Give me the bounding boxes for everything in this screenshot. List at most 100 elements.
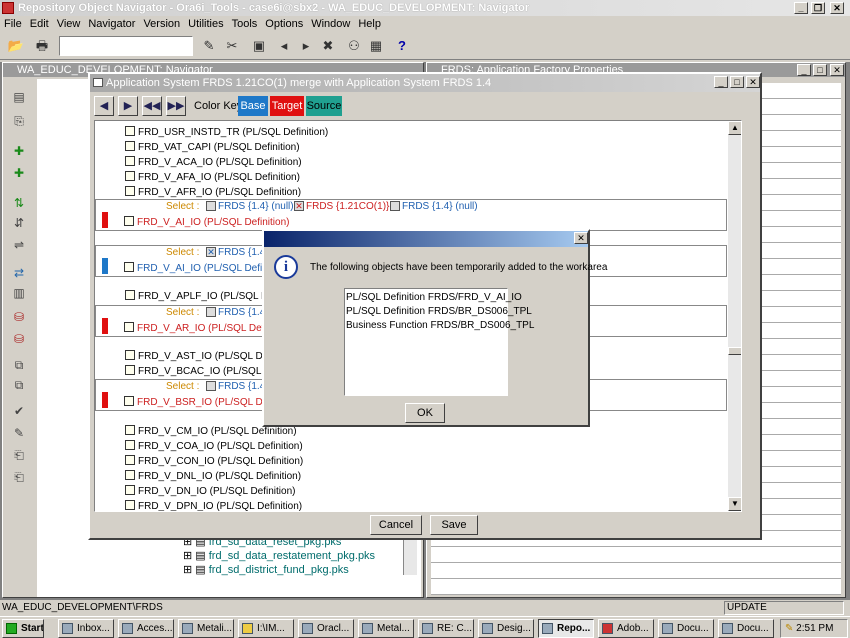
task-button[interactable]: Docu... bbox=[658, 619, 714, 638]
select-base-option[interactable]: FRDS {1.4} (null) bbox=[204, 201, 294, 212]
list-item[interactable]: FRD_V_AI_IO (PL/SQL Definitio bbox=[124, 261, 281, 276]
open-folder-icon[interactable]: 📂 bbox=[6, 36, 26, 56]
task-button[interactable]: RE: C... bbox=[418, 619, 474, 638]
task-button[interactable]: Metal... bbox=[358, 619, 414, 638]
menu-edit[interactable]: Edit bbox=[26, 16, 53, 32]
list-item[interactable]: PL/SQL Definition FRDS/BR_DS006_TPL bbox=[346, 305, 532, 319]
prev-icon[interactable]: ◀ bbox=[94, 96, 114, 116]
task-button[interactable]: Acces... bbox=[118, 619, 174, 638]
menu-help[interactable]: Help bbox=[354, 16, 385, 32]
maximize-icon[interactable]: □ bbox=[730, 76, 744, 88]
tool-icon[interactable]: ⛁ bbox=[9, 307, 29, 327]
properties-icon[interactable]: ▣ bbox=[249, 36, 269, 56]
list-item[interactable]: FRD_VAT_CAPI (PL/SQL Definition) bbox=[125, 140, 300, 155]
menu-tools[interactable]: Tools bbox=[228, 16, 262, 32]
select-base-option[interactable]: FRDS {1.4} bbox=[204, 381, 269, 392]
list-item[interactable]: FRD_V_AFR_IO (PL/SQL Definition) bbox=[125, 185, 301, 200]
task-button[interactable]: I:\IM... bbox=[238, 619, 294, 638]
list-item[interactable]: FRD_V_DNL_IO (PL/SQL Definition) bbox=[125, 469, 301, 484]
tool-icon[interactable]: ✂ bbox=[222, 36, 242, 56]
save-icon[interactable]: ▤ bbox=[9, 87, 29, 107]
list-item[interactable]: FRD_USR_INSTD_TR (PL/SQL Definition) bbox=[125, 125, 328, 140]
tool-icon[interactable]: ⧉ bbox=[9, 355, 29, 375]
list-item[interactable]: FRD_V_APLF_IO (PL/SQL Defin bbox=[125, 289, 284, 304]
minimize-icon[interactable]: _ bbox=[714, 76, 728, 88]
select-target-option[interactable]: ✕ FRDS {1.21CO(1)} bbox=[292, 201, 389, 212]
list-item[interactable]: FRD_V_ACA_IO (PL/SQL Definition) bbox=[125, 155, 302, 170]
menu-file[interactable]: File bbox=[0, 16, 26, 32]
last-icon[interactable]: ▶▶ bbox=[166, 96, 186, 116]
tool-icon[interactable]: ⛁ bbox=[9, 329, 29, 349]
list-item[interactable]: FRD_V_CON_IO (PL/SQL Definition) bbox=[125, 454, 303, 469]
menu-version[interactable]: Version bbox=[139, 16, 184, 32]
next-icon[interactable]: ▶ bbox=[118, 96, 138, 116]
menu-view[interactable]: View bbox=[53, 16, 85, 32]
tool-icon[interactable]: ✎ bbox=[199, 36, 219, 56]
tree-item[interactable]: ⊞ ▤ frd_sd_data_restatement_pkg.pks bbox=[183, 549, 413, 563]
list-item[interactable]: FRD_V_DN_IO (PL/SQL Definition) bbox=[125, 484, 295, 499]
scroll-up-icon[interactable]: ▲ bbox=[728, 121, 741, 135]
task-button[interactable]: Oracl... bbox=[298, 619, 354, 638]
tool-icon[interactable]: ✎ bbox=[9, 423, 29, 443]
select-base-option[interactable]: FRDS {1.4} bbox=[204, 307, 269, 318]
tool-icon[interactable]: ▥ bbox=[9, 283, 29, 303]
create-icon[interactable]: ✚ bbox=[9, 141, 29, 161]
list-item[interactable]: FRD_V_AI_IO (PL/SQL Definition) bbox=[124, 215, 289, 230]
scroll-thumb[interactable] bbox=[728, 347, 741, 355]
scroll-down-icon[interactable]: ▼ bbox=[728, 497, 741, 511]
tool-icon[interactable]: ⇄ bbox=[9, 263, 29, 283]
print-icon[interactable]: 🖶 bbox=[32, 36, 52, 56]
save-button[interactable]: Save bbox=[430, 515, 478, 535]
close-icon[interactable]: ✕ bbox=[830, 2, 844, 14]
task-button[interactable]: Inbox... bbox=[58, 619, 114, 638]
tool-icon[interactable]: ⎗ bbox=[9, 467, 29, 487]
tree-icon[interactable]: ⚇ bbox=[344, 36, 364, 56]
tool-icon[interactable]: ✖ bbox=[318, 36, 338, 56]
close-icon[interactable]: ✕ bbox=[830, 64, 844, 76]
list-item[interactable]: Business Function FRDS/BR_DS006_TPL bbox=[346, 319, 534, 333]
task-button-active[interactable]: Repo... bbox=[538, 619, 594, 638]
close-icon[interactable]: ✕ bbox=[574, 232, 588, 244]
select-source-option[interactable]: FRDS {1.4} (null) bbox=[388, 201, 478, 212]
list-item[interactable]: FRD_V_COA_IO (PL/SQL Definition) bbox=[125, 439, 303, 454]
tool-icon[interactable]: ⎗ bbox=[9, 445, 29, 465]
first-icon[interactable]: ◀◀ bbox=[142, 96, 162, 116]
menu-utilities[interactable]: Utilities bbox=[184, 16, 227, 32]
tool-icon[interactable]: ⧉ bbox=[9, 375, 29, 395]
tray-icon[interactable]: ✎ bbox=[785, 623, 793, 634]
tool-icon[interactable]: ⇅ bbox=[9, 193, 29, 213]
search-input[interactable] bbox=[59, 36, 193, 56]
restore-icon[interactable]: □ bbox=[813, 64, 827, 76]
task-button[interactable]: Desig... bbox=[478, 619, 534, 638]
minimize-icon[interactable]: _ bbox=[794, 2, 808, 14]
minimize-icon[interactable]: _ bbox=[797, 64, 811, 76]
cancel-button[interactable]: Cancel bbox=[370, 515, 422, 535]
start-button[interactable]: Start bbox=[2, 619, 44, 638]
list-item[interactable]: PL/SQL Definition FRDS/FRD_V_AI_IO bbox=[346, 291, 522, 305]
grid-icon[interactable]: ▦ bbox=[366, 36, 386, 56]
tree-item[interactable]: ⊞ ▤ frd_sd_district_fund_pkg.pks bbox=[183, 563, 413, 577]
task-button[interactable]: Adob... bbox=[598, 619, 654, 638]
navigator-scrollbar[interactable] bbox=[403, 535, 417, 575]
list-scrollbar[interactable]: ▲ ▼ bbox=[728, 121, 741, 511]
check-icon[interactable]: ✔ bbox=[9, 401, 29, 421]
task-button[interactable]: Metali... bbox=[178, 619, 234, 638]
tool-icon[interactable]: ⎘ bbox=[9, 111, 29, 131]
task-button[interactable]: Docu... bbox=[718, 619, 774, 638]
select-base-option[interactable]: ✕ FRDS {1.4} bbox=[204, 247, 269, 258]
tool-icon[interactable]: ⇌ bbox=[9, 235, 29, 255]
list-item[interactable]: FRD_V_AFA_IO (PL/SQL Definition) bbox=[125, 170, 300, 185]
message-object-list[interactable]: PL/SQL Definition FRDS/FRD_V_AI_IO PL/SQ… bbox=[344, 288, 534, 396]
tool-icon[interactable]: ⇵ bbox=[9, 213, 29, 233]
menu-options[interactable]: Options bbox=[261, 16, 307, 32]
close-icon[interactable]: ✕ bbox=[746, 76, 760, 88]
list-item[interactable]: FRD_V_AR_IO (PL/SQL Definiti bbox=[124, 321, 279, 336]
list-item[interactable]: FRD_V_AST_IO (PL/SQL Defini bbox=[125, 349, 281, 364]
tool-icon[interactable]: ▸ bbox=[296, 36, 316, 56]
restore-icon[interactable]: ❐ bbox=[811, 2, 825, 14]
help-icon[interactable]: ? bbox=[392, 36, 412, 56]
menu-window[interactable]: Window bbox=[307, 16, 354, 32]
tool-icon[interactable]: ◂ bbox=[274, 36, 294, 56]
menu-navigator[interactable]: Navigator bbox=[84, 16, 139, 32]
list-item[interactable]: FRD_V_DPN_IO (PL/SQL Definition) bbox=[125, 499, 302, 511]
